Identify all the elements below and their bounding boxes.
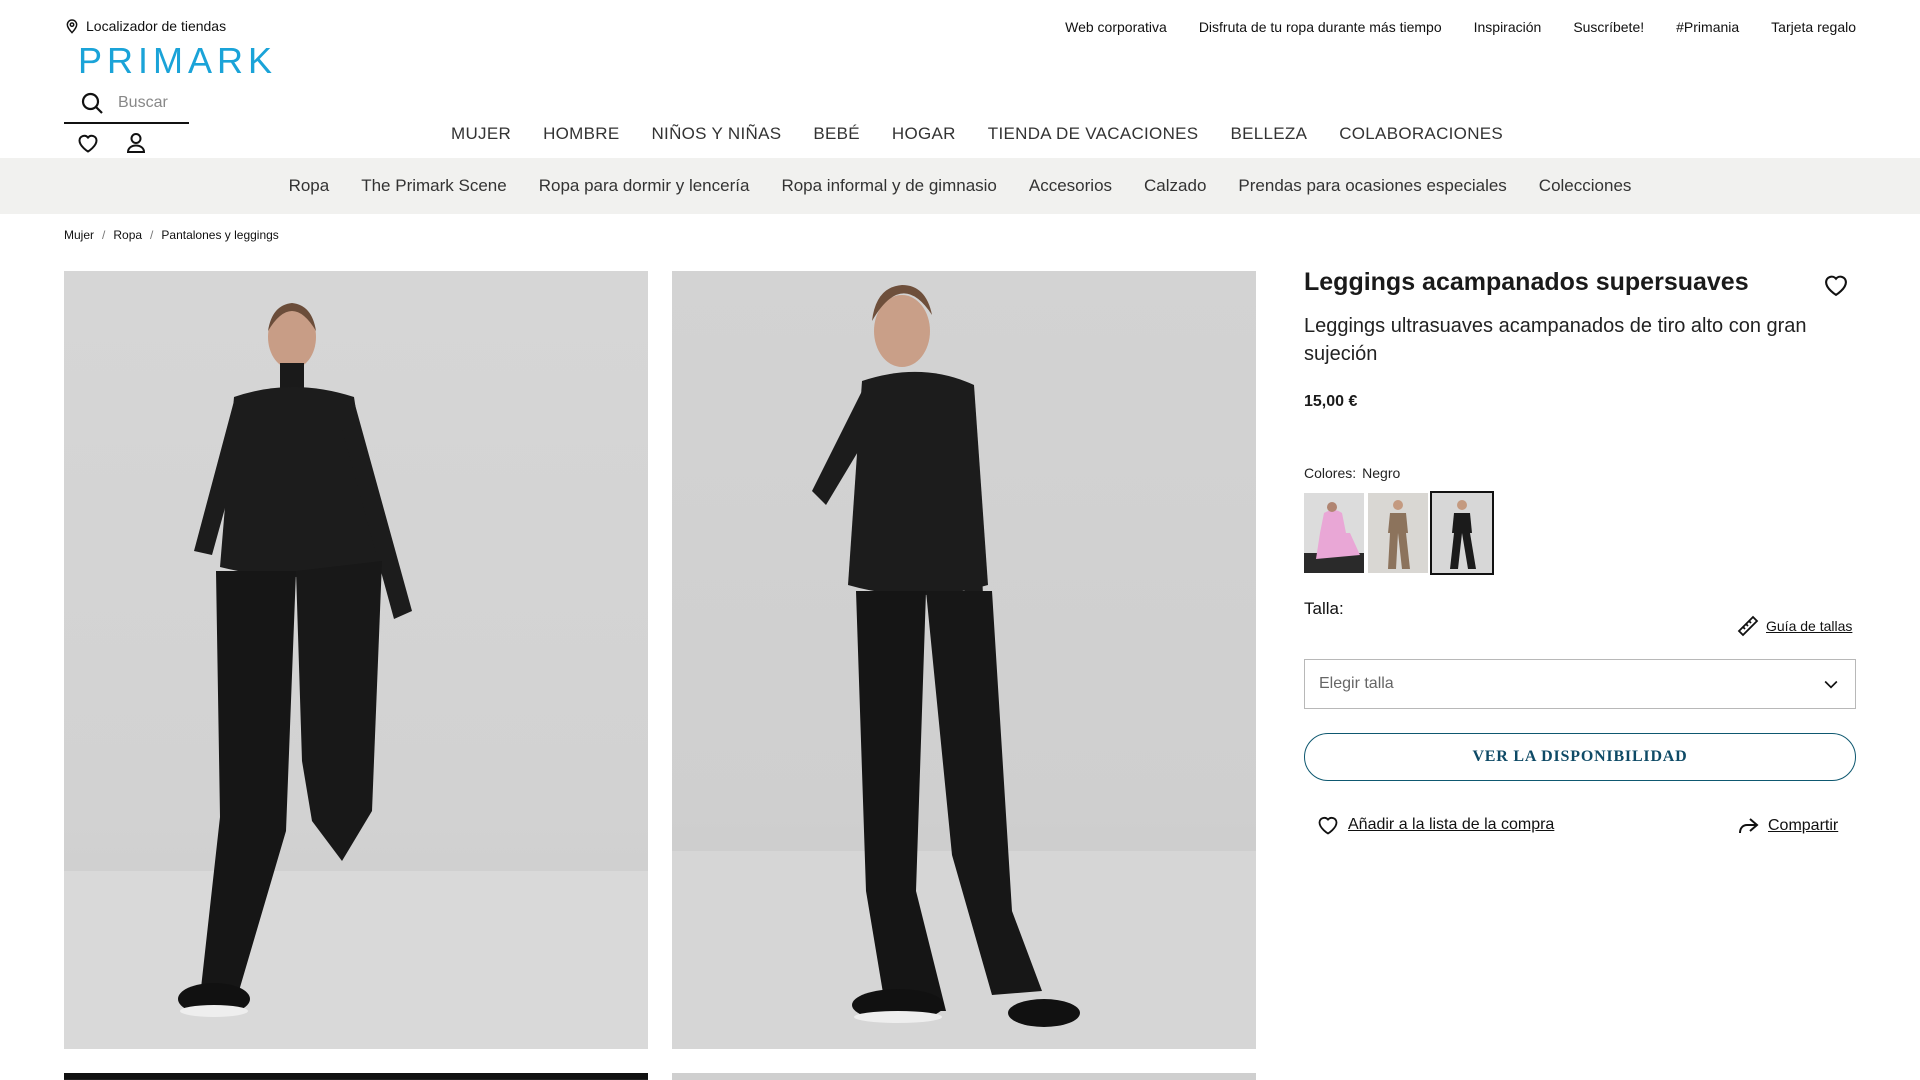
size-select[interactable]: Elegir talla (1304, 659, 1856, 709)
nav-mujer[interactable]: MUJER (451, 124, 511, 144)
product-image-4[interactable] (672, 1073, 1256, 1080)
top-link-corporate[interactable]: Web corporativa (1065, 19, 1167, 35)
subnav-ocasiones[interactable]: Prendas para ocasiones especiales (1238, 176, 1506, 196)
size-select-placeholder: Elegir talla (1319, 675, 1394, 692)
user-icon (126, 133, 146, 153)
search-icon[interactable] (80, 91, 104, 115)
subnav-colecciones[interactable]: Colecciones (1539, 176, 1632, 196)
nav-hogar[interactable]: HOGAR (892, 124, 956, 144)
colors-label-text: Colores: (1304, 465, 1357, 481)
nav-belleza[interactable]: BELLEZA (1230, 124, 1307, 144)
sub-nav: Ropa The Primark Scene Ropa para dormir … (0, 158, 1920, 214)
main-nav: MUJER HOMBRE NIÑOS Y NIÑAS BEBÉ HOGAR TI… (451, 124, 1503, 144)
top-link-inspiration[interactable]: Inspiración (1474, 19, 1542, 35)
store-locator-label: Localizador de tiendas (86, 18, 227, 34)
breadcrumb-separator: / (150, 228, 154, 242)
nav-ninos[interactable]: NIÑOS Y NIÑAS (651, 124, 781, 144)
share-button[interactable]: Compartir (1736, 814, 1838, 838)
nav-hombre[interactable]: HOMBRE (543, 124, 619, 144)
size-guide-label: Guía de tallas (1766, 618, 1853, 634)
share-label: Compartir (1768, 817, 1839, 834)
primark-logo[interactable]: PRIMARK (78, 40, 277, 82)
top-link-subscribe[interactable]: Suscríbete! (1573, 19, 1644, 35)
search-bar (64, 84, 189, 124)
size-guide-link[interactable]: Guía de tallas (1736, 614, 1852, 638)
breadcrumb-separator: / (102, 228, 106, 242)
color-swatches (1304, 491, 1494, 575)
subnav-accesorios[interactable]: Accesorios (1029, 176, 1112, 196)
product-image-1[interactable] (64, 271, 648, 1049)
top-link-primania[interactable]: #Primania (1676, 19, 1739, 35)
nav-bebe[interactable]: BEBÉ (813, 124, 860, 144)
nav-colaboraciones[interactable]: COLABORACIONES (1339, 124, 1503, 144)
top-link-gift-card[interactable]: Tarjeta regalo (1771, 19, 1856, 35)
swatch-black[interactable] (1430, 491, 1494, 575)
breadcrumb: Mujer / Ropa / Pantalones y leggings (64, 228, 279, 242)
breadcrumb-mujer[interactable]: Mujer (64, 228, 94, 242)
subnav-primark-scene[interactable]: The Primark Scene (361, 176, 507, 196)
heart-icon (78, 134, 98, 153)
breadcrumb-ropa[interactable]: Ropa (113, 228, 142, 242)
chevron-down-icon (1824, 680, 1838, 689)
product-image-2[interactable] (672, 271, 1256, 1049)
heart-icon (1318, 817, 1338, 835)
product-title: Leggings acampanados supersuaves (1304, 268, 1749, 296)
subnav-lenceria[interactable]: Ropa para dormir y lencería (539, 176, 750, 196)
check-availability-button[interactable]: VER LA DISPONIBILIDAD (1304, 733, 1856, 781)
store-locator-link[interactable]: Localizador de tiendas (64, 18, 226, 34)
selected-color: Negro (1362, 465, 1401, 481)
nav-vacaciones[interactable]: TIENDA DE VACACIONES (988, 124, 1199, 144)
product-price: 15,00 € (1304, 393, 1358, 410)
swatch-brown[interactable] (1368, 493, 1428, 573)
product-description: Leggings ultrasuaves acampanados de tiro… (1304, 315, 1807, 365)
share-icon (1739, 818, 1759, 834)
top-links: Web corporativa Disfruta de tu ropa dura… (1065, 19, 1856, 35)
ruler-icon (1737, 615, 1759, 637)
add-to-shopping-list-button[interactable]: Añadir a la lista de la compra (1316, 813, 1554, 837)
account-icons (76, 131, 148, 155)
colors-label: Colores: Negro (1304, 465, 1400, 481)
breadcrumb-current[interactable]: Pantalones y leggings (161, 228, 278, 242)
location-pin-icon (66, 19, 78, 34)
top-link-care[interactable]: Disfruta de tu ropa durante más tiempo (1199, 19, 1442, 35)
size-label: Talla: (1304, 599, 1344, 618)
account-button[interactable] (124, 131, 148, 155)
wishlist-button[interactable] (76, 131, 100, 155)
shopping-list-label: Añadir a la lista de la compra (1348, 816, 1555, 833)
subnav-ropa[interactable]: Ropa (289, 176, 330, 196)
swatch-pink[interactable] (1304, 493, 1364, 573)
heart-icon[interactable] (1822, 271, 1850, 299)
subnav-calzado[interactable]: Calzado (1144, 176, 1206, 196)
product-image-3[interactable] (64, 1073, 648, 1080)
subnav-gimnasio[interactable]: Ropa informal y de gimnasio (781, 176, 996, 196)
search-input[interactable] (118, 94, 188, 112)
